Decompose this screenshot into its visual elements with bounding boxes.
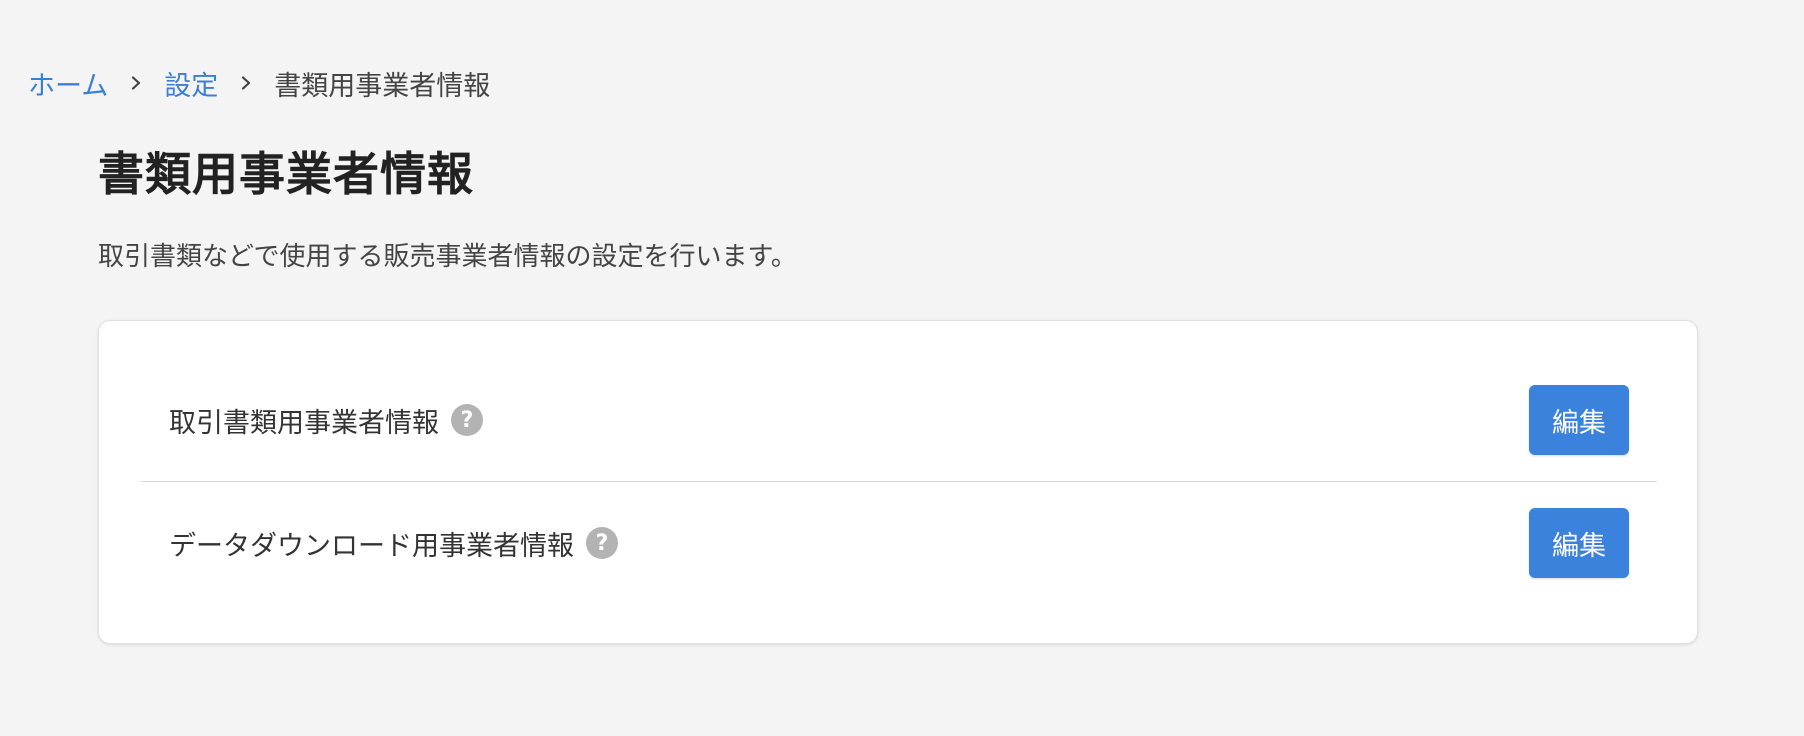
settings-card: 取引書類用事業者情報 ? 編集 データダウンロード用事業者情報 ? 編集 bbox=[98, 320, 1698, 644]
breadcrumb-current: 書類用事業者情報 bbox=[274, 70, 491, 102]
breadcrumb-home-link[interactable]: ホーム bbox=[28, 64, 108, 103]
edit-button[interactable]: 編集 bbox=[1529, 385, 1629, 455]
page-title: 書類用事業者情報 bbox=[98, 147, 474, 201]
help-icon[interactable]: ? bbox=[451, 404, 483, 436]
breadcrumb: ホーム 設定 書類用事業者情報 bbox=[28, 62, 490, 104]
chevron-right-icon bbox=[108, 62, 164, 104]
row-divider bbox=[141, 481, 1657, 482]
settings-row-data-download: データダウンロード用事業者情報 ? 編集 bbox=[141, 483, 1657, 603]
help-icon[interactable]: ? bbox=[586, 527, 618, 559]
row-label: 取引書類用事業者情報 bbox=[169, 407, 439, 439]
breadcrumb-settings-link[interactable]: 設定 bbox=[164, 64, 218, 103]
edit-button[interactable]: 編集 bbox=[1529, 508, 1629, 578]
settings-row-transaction-docs: 取引書類用事業者情報 ? 編集 bbox=[141, 321, 1657, 481]
row-label: データダウンロード用事業者情報 bbox=[169, 530, 574, 562]
page-description: 取引書類などで使用する販売事業者情報の設定を行います。 bbox=[98, 242, 797, 272]
chevron-right-icon bbox=[218, 62, 274, 104]
